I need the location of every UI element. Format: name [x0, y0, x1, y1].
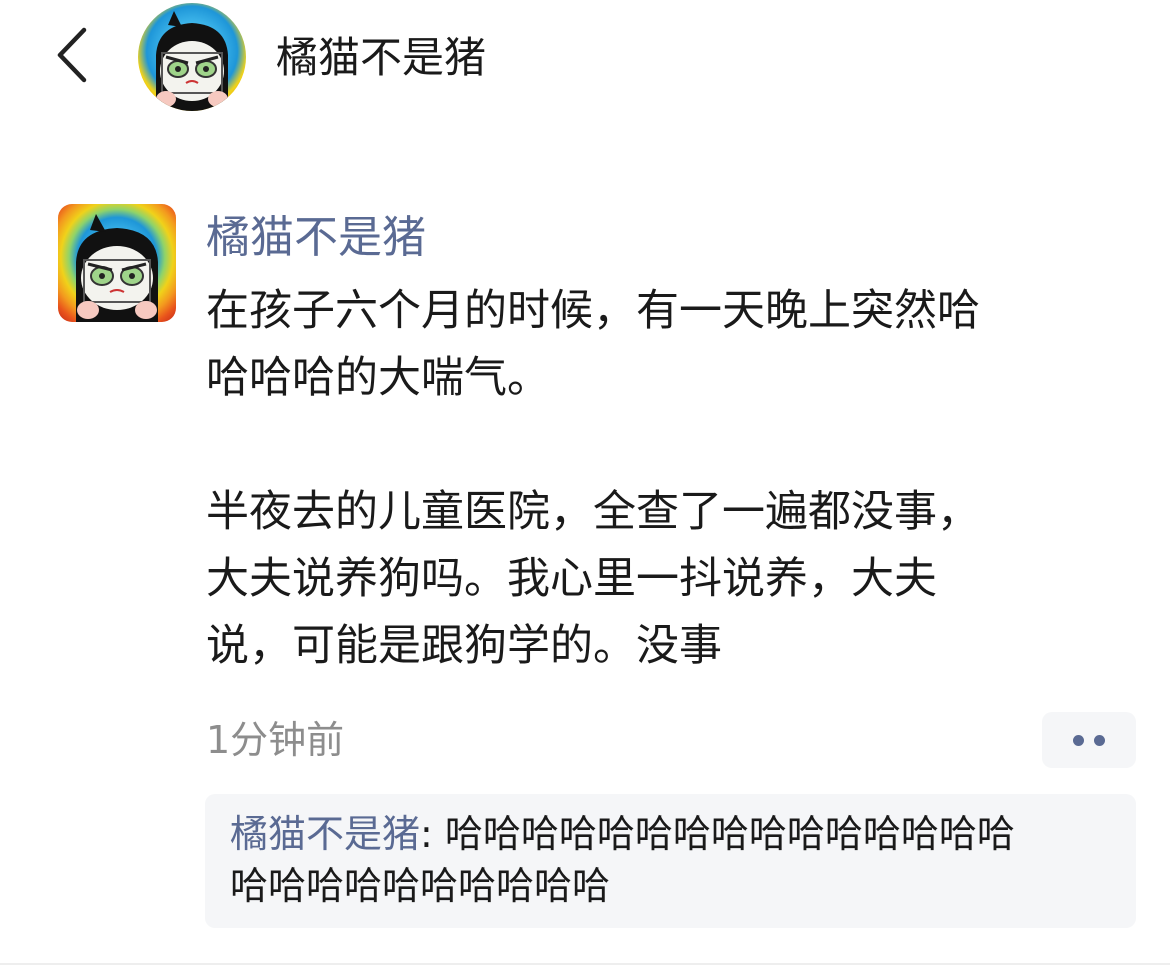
post-author-avatar[interactable] — [58, 204, 176, 322]
post-body-line: 大夫说养狗吗。我心里一抖说养，大夫 — [206, 554, 937, 604]
comment-separator: : — [420, 812, 445, 856]
comment: 橘猫不是猪: 哈哈哈哈哈哈哈哈哈哈哈哈哈哈哈 哈哈哈哈哈哈哈哈哈哈 — [230, 808, 1120, 912]
post-body-line: 说，可能是跟狗学的。没事 — [206, 621, 722, 671]
comment-line-1: 橘猫不是猪: 哈哈哈哈哈哈哈哈哈哈哈哈哈哈哈 — [230, 808, 1120, 860]
more-actions-button[interactable] — [1042, 712, 1136, 768]
comment-line-2: 哈哈哈哈哈哈哈哈哈哈 — [230, 864, 611, 908]
post-body: 在孩子六个月的时候，有一天晚上突然哈 哈哈哈的大喘气。 半夜去的儿童医院，全查了… — [206, 278, 1126, 680]
bottom-divider — [0, 963, 1170, 965]
comment-author-name[interactable]: 橘猫不是猪 — [230, 812, 420, 856]
post-body-line: 在孩子六个月的时候，有一天晚上突然哈 — [206, 286, 980, 336]
comment-text: 哈哈哈哈哈哈哈哈哈哈哈哈哈哈哈 — [444, 812, 1015, 856]
header-avatar[interactable] — [138, 3, 246, 111]
avatar-image — [138, 3, 246, 111]
post-body-line: 半夜去的儿童医院，全查了一遍都没事， — [206, 487, 980, 537]
post-author-name[interactable]: 橘猫不是猪 — [206, 210, 426, 266]
post-timestamp: 1分钟前 — [206, 718, 345, 762]
post-body-line: 哈哈哈的大喘气。 — [206, 353, 550, 403]
chat-title: 橘猫不是猪 — [276, 33, 487, 82]
avatar-image — [58, 204, 176, 322]
chevron-left-icon — [57, 27, 87, 83]
back-button[interactable] — [50, 20, 100, 90]
